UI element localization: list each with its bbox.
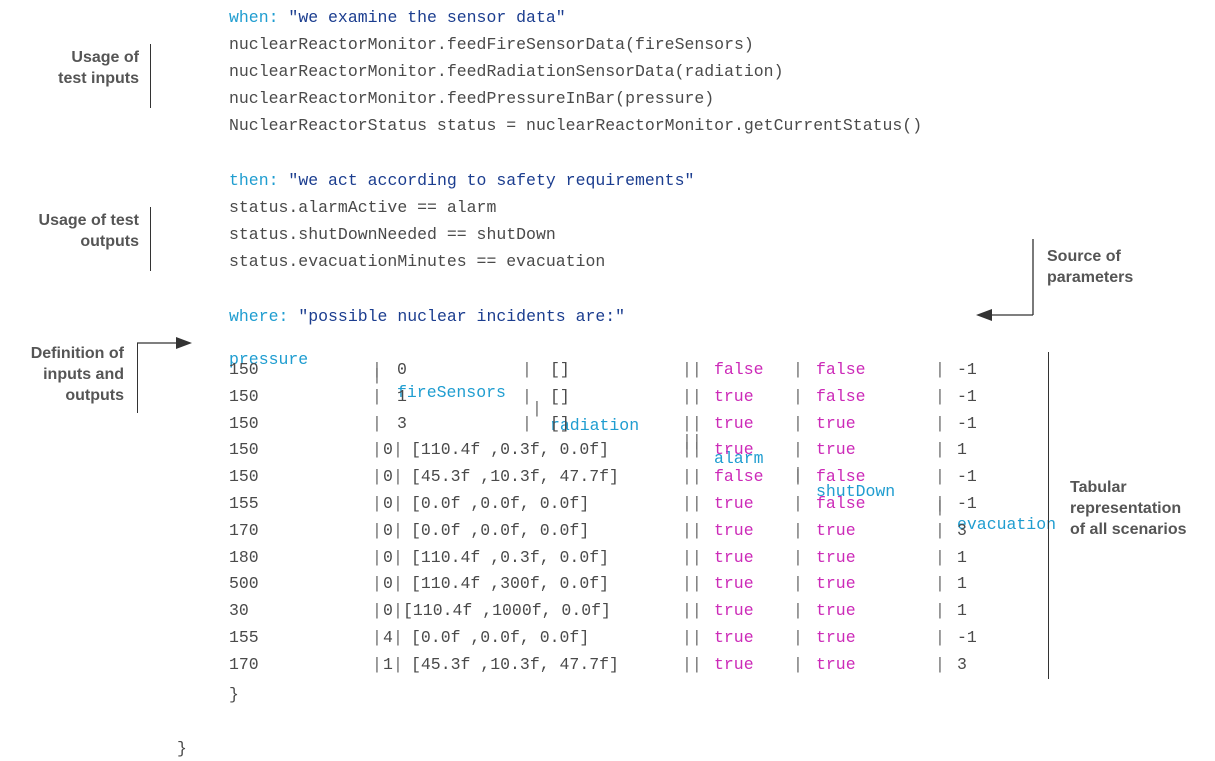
arrows-layer [137, 239, 1034, 349]
definition-arrow-head [176, 337, 192, 349]
source-arrow-head [976, 309, 992, 321]
